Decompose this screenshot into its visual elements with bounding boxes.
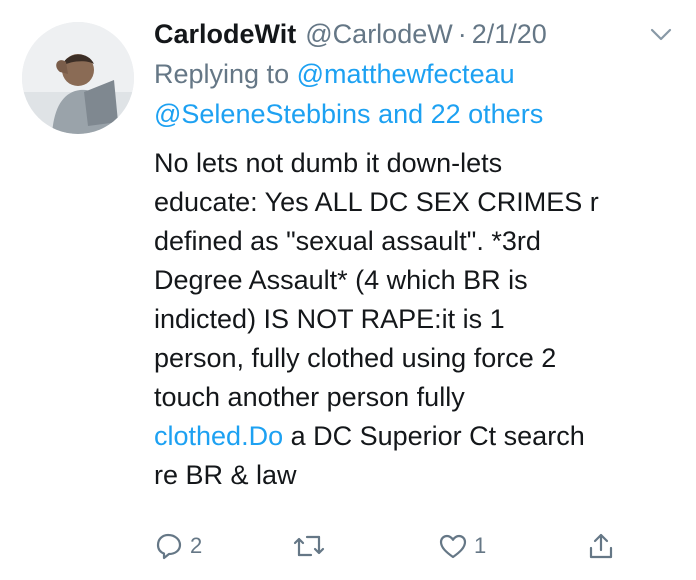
retweet-button[interactable] [292, 531, 326, 561]
tweet-text-fragment: a DC Superior Ct search [283, 421, 585, 451]
inline-link[interactable]: clothed.Do [154, 421, 283, 451]
share-button[interactable] [586, 531, 616, 561]
tweet-header: CarlodeWit @CarlodeW · 2/1/20 [154, 14, 674, 54]
tweet-text-line: re BR & law [154, 460, 297, 490]
tweet-text-line: Degree Assault* (4 which BR is [154, 265, 528, 295]
tweet-text-line: clothed.Do a DC Superior Ct search [154, 417, 674, 456]
heart-icon [438, 531, 468, 561]
reply-button[interactable]: 2 [154, 531, 202, 561]
tweet-text-line: educate: Yes ALL DC SEX CRIMES r [154, 187, 599, 217]
tweet-text-line: No lets not dumb it down-lets [154, 148, 503, 178]
like-button[interactable]: 1 [438, 531, 486, 561]
tweet-text-line: indicted) IS NOT RAPE:it is 1 [154, 304, 505, 334]
separator-dot: · [457, 19, 467, 49]
reply-icon [154, 531, 184, 561]
tweet[interactable]: CarlodeWit @CarlodeW · 2/1/20 Replying t… [0, 0, 696, 580]
mention-link[interactable]: @matthewfecteau [297, 59, 515, 89]
chevron-down-icon[interactable] [650, 28, 676, 46]
share-icon [586, 531, 616, 561]
tweet-actions: 2 1 [154, 528, 624, 564]
replying-to-label: Replying to [154, 59, 297, 89]
tweet-content: CarlodeWit @CarlodeW · 2/1/20 Replying t… [154, 14, 674, 495]
user-handle[interactable]: @CarlodeW [305, 14, 452, 54]
like-count: 1 [474, 533, 487, 558]
tweet-text-line: defined as "sexual assault". *3rd [154, 226, 541, 256]
others-link[interactable]: and 22 others [371, 99, 543, 129]
tweet-date[interactable]: 2/1/20 [472, 14, 547, 54]
avatar[interactable] [22, 22, 134, 134]
tweet-text: No lets not dumb it down-lets educate: Y… [154, 144, 674, 495]
replying-to-others: @SeleneStebbins and 22 others [154, 94, 674, 134]
tweet-text-line: person, fully clothed using force 2 [154, 343, 557, 373]
replying-to: Replying to @matthewfecteau [154, 54, 674, 94]
avatar-photo [22, 22, 134, 134]
display-name[interactable]: CarlodeWit [154, 14, 296, 54]
tweet-text-line: touch another person fully [154, 382, 465, 412]
mention-link-2[interactable]: @SeleneStebbins [154, 99, 371, 129]
reply-count: 2 [190, 533, 203, 558]
retweet-icon [292, 531, 326, 561]
